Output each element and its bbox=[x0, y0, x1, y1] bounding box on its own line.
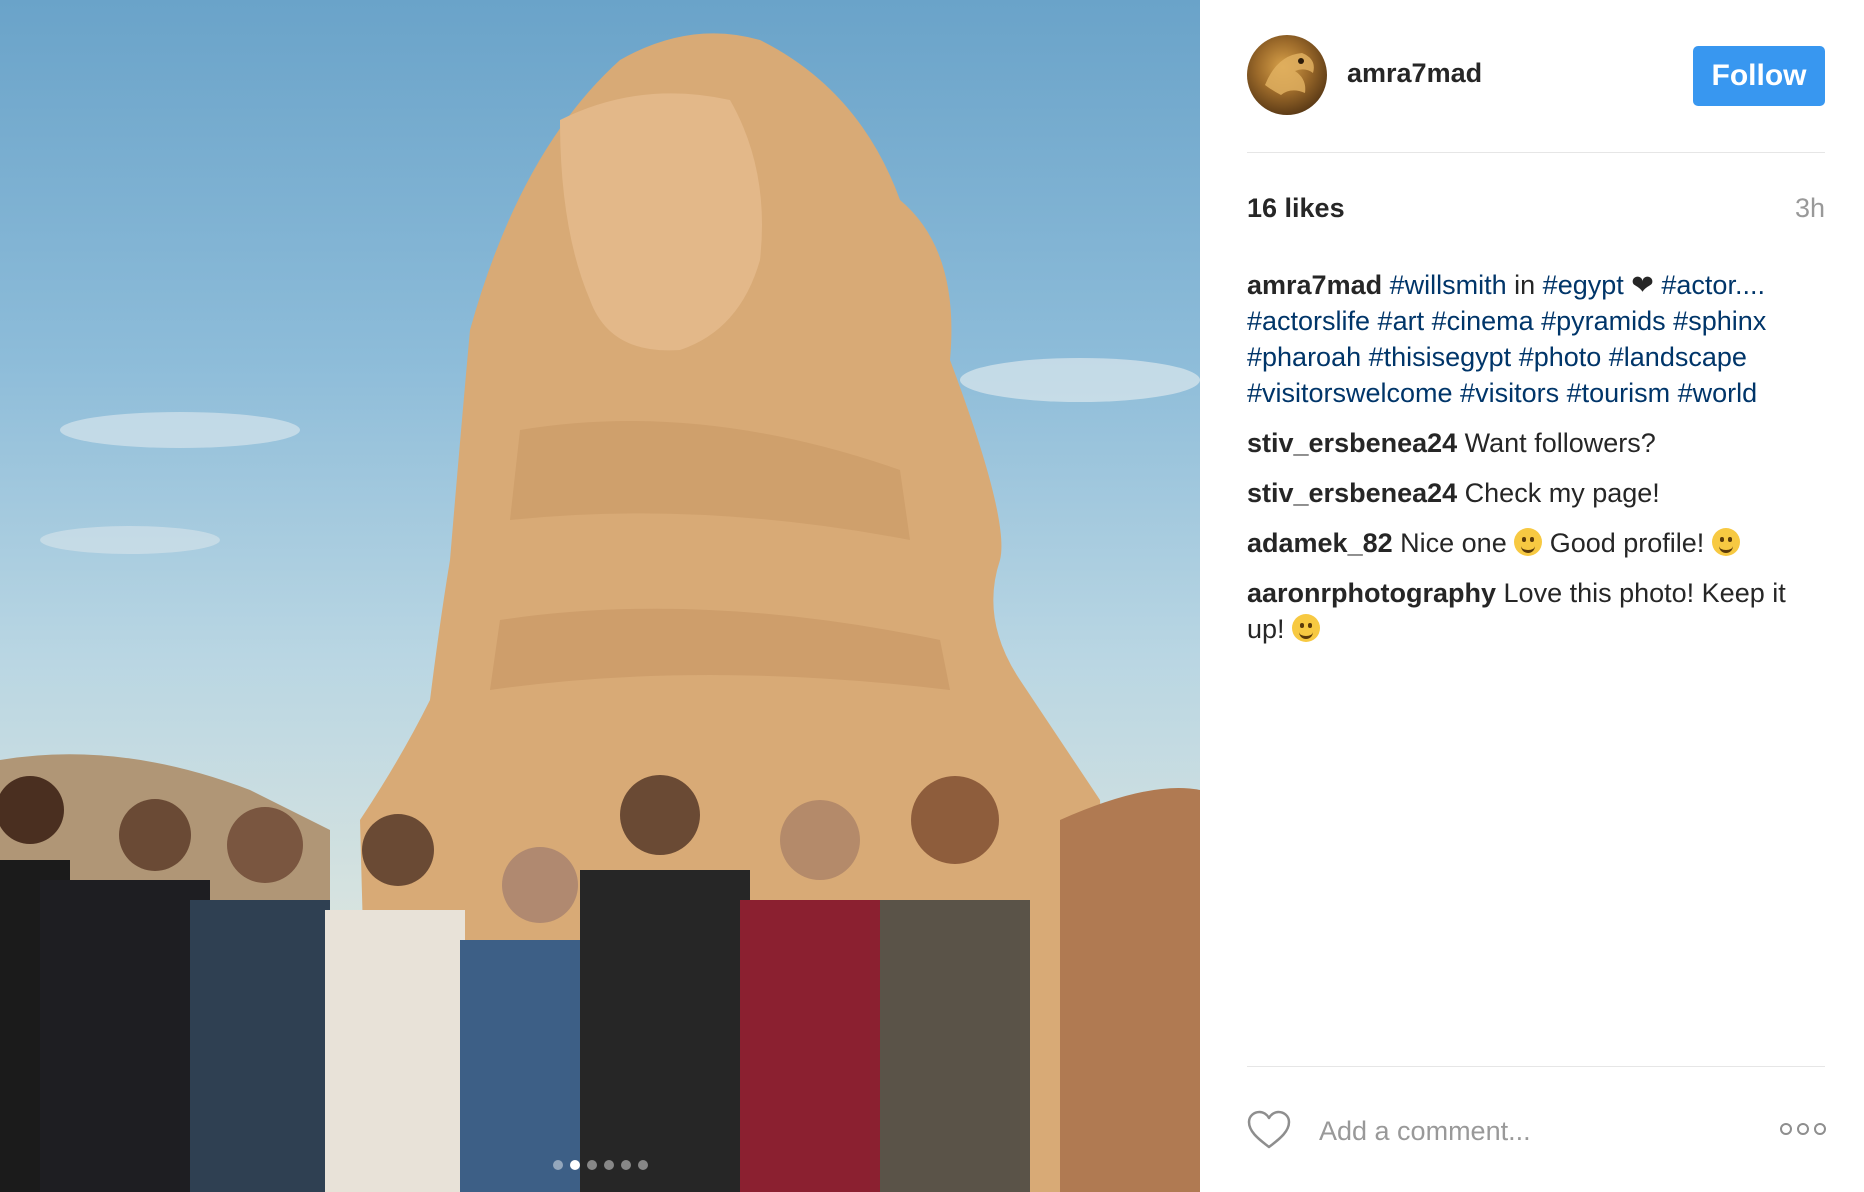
comment-text: Want followers? bbox=[1464, 428, 1656, 458]
comment-author[interactable]: stiv_ersbenea24 bbox=[1247, 478, 1457, 508]
comment-text: Nice one bbox=[1400, 528, 1515, 558]
eagle-avatar-icon bbox=[1265, 53, 1314, 95]
carousel-dot[interactable] bbox=[569, 1160, 580, 1170]
comment-author[interactable]: aaronrphotography bbox=[1247, 578, 1496, 608]
comments-list: amra7mad #willsmith in #egypt ❤ #actor..… bbox=[1247, 267, 1827, 661]
comment-bar bbox=[1247, 1108, 1827, 1156]
caption-author[interactable]: amra7mad bbox=[1247, 270, 1382, 300]
post-detail-panel: amra7mad Follow 16 likes 3h amra7mad #wi… bbox=[1200, 0, 1864, 1192]
comment-author[interactable]: adamek_82 bbox=[1247, 528, 1393, 558]
add-comment-input[interactable] bbox=[1317, 1112, 1751, 1150]
caption-text: #willsmith in #egypt ❤ #actor.... bbox=[1390, 270, 1765, 300]
comment-item: stiv_ersbenea24 Check my page! bbox=[1247, 475, 1827, 511]
post-header: amra7mad Follow bbox=[1247, 35, 1825, 115]
post-timestamp: 3h bbox=[1794, 193, 1825, 223]
comment-author[interactable]: stiv_ersbenea24 bbox=[1247, 428, 1457, 458]
hashtag-link[interactable]: #willsmith bbox=[1390, 270, 1507, 300]
comment-text: Check my page! bbox=[1464, 478, 1660, 508]
comment-item: adamek_82 Nice one Good profile! bbox=[1247, 525, 1827, 561]
author-username[interactable]: amra7mad bbox=[1347, 58, 1482, 89]
hashtag-link[interactable]: #egypt bbox=[1543, 270, 1624, 300]
carousel-dot[interactable] bbox=[552, 1160, 563, 1170]
caption-fragment: in bbox=[1506, 270, 1543, 300]
heart-icon[interactable] bbox=[1247, 1110, 1291, 1150]
photo-scene-graphic bbox=[0, 33, 1200, 1192]
grin-emoji bbox=[1711, 528, 1740, 556]
carousel-dot[interactable] bbox=[603, 1160, 614, 1170]
carousel-dot[interactable] bbox=[620, 1160, 631, 1170]
carousel-indicator bbox=[0, 1160, 1200, 1170]
footer-divider bbox=[1247, 1066, 1825, 1067]
avatar[interactable] bbox=[1247, 35, 1327, 115]
caption-hashtags[interactable]: #actorslife #art #cinema #pyramids #sphi… bbox=[1247, 306, 1766, 408]
follow-button[interactable]: Follow bbox=[1693, 46, 1825, 106]
comment-text: Good profile! bbox=[1542, 528, 1712, 558]
carousel-dot[interactable] bbox=[586, 1160, 597, 1170]
header-divider bbox=[1247, 152, 1825, 153]
caption: amra7mad #willsmith in #egypt ❤ #actor..… bbox=[1247, 267, 1827, 411]
smile-emoji bbox=[1292, 614, 1321, 642]
hashtag-link[interactable]: #actor.... bbox=[1661, 270, 1765, 300]
grin-emoji bbox=[1514, 528, 1543, 556]
comment-item: aaronrphotography Love this photo! Keep … bbox=[1247, 575, 1827, 647]
likes-count[interactable]: 16 likes bbox=[1247, 193, 1345, 224]
post-photo[interactable] bbox=[0, 0, 1200, 1192]
carousel-dot[interactable] bbox=[637, 1160, 648, 1170]
caption-fragment: ❤ bbox=[1623, 270, 1662, 300]
more-options-icon[interactable] bbox=[1779, 1122, 1827, 1136]
comment-item: stiv_ersbenea24 Want followers? bbox=[1247, 425, 1827, 461]
